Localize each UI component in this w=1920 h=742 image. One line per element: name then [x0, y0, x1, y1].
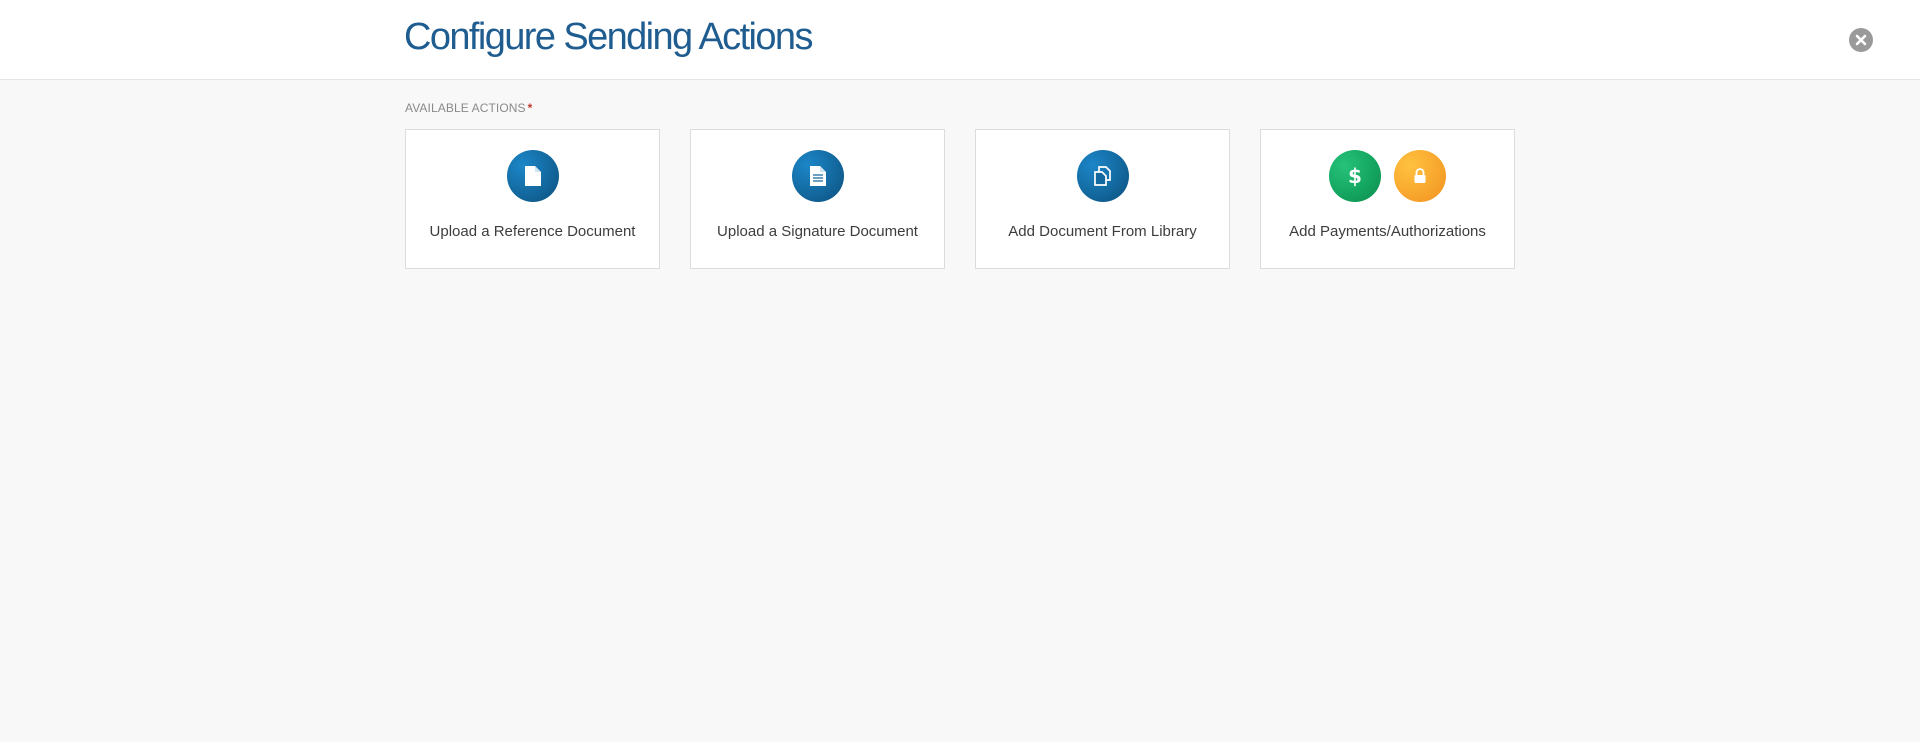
documents-copy-icon	[1076, 150, 1129, 202]
section-label: AVAILABLE ACTIONS *	[405, 101, 532, 115]
card-icons	[976, 150, 1229, 202]
card-icons	[691, 150, 944, 202]
required-marker: *	[527, 101, 533, 115]
section-label-text: AVAILABLE ACTIONS	[405, 101, 526, 115]
dollar-icon: $	[1329, 150, 1381, 202]
page-title: Configure Sending Actions	[404, 16, 813, 58]
card-label: Add Document From Library	[1008, 223, 1197, 240]
card-label: Upload a Reference Document	[429, 223, 636, 240]
close-button[interactable]	[1849, 28, 1873, 52]
card-label: Add Payments/Authorizations	[1289, 223, 1486, 240]
document-lines-icon	[791, 150, 844, 202]
card-icons: $	[1261, 150, 1514, 202]
card-label: Upload a Signature Document	[717, 223, 918, 240]
add-payments-authorizations-card[interactable]: $ Add Payments/Authorizations	[1260, 129, 1515, 269]
upload-signature-document-card[interactable]: Upload a Signature Document	[690, 129, 945, 269]
card-icons	[406, 150, 659, 202]
header-bar: Configure Sending Actions	[0, 0, 1920, 80]
add-document-from-library-card[interactable]: Add Document From Library	[975, 129, 1230, 269]
action-cards: Upload a Reference Document Upload a Sig…	[405, 129, 1515, 269]
close-icon	[1855, 34, 1867, 46]
upload-reference-document-card[interactable]: Upload a Reference Document	[405, 129, 660, 269]
document-icon	[506, 150, 559, 202]
lock-icon	[1394, 150, 1446, 202]
